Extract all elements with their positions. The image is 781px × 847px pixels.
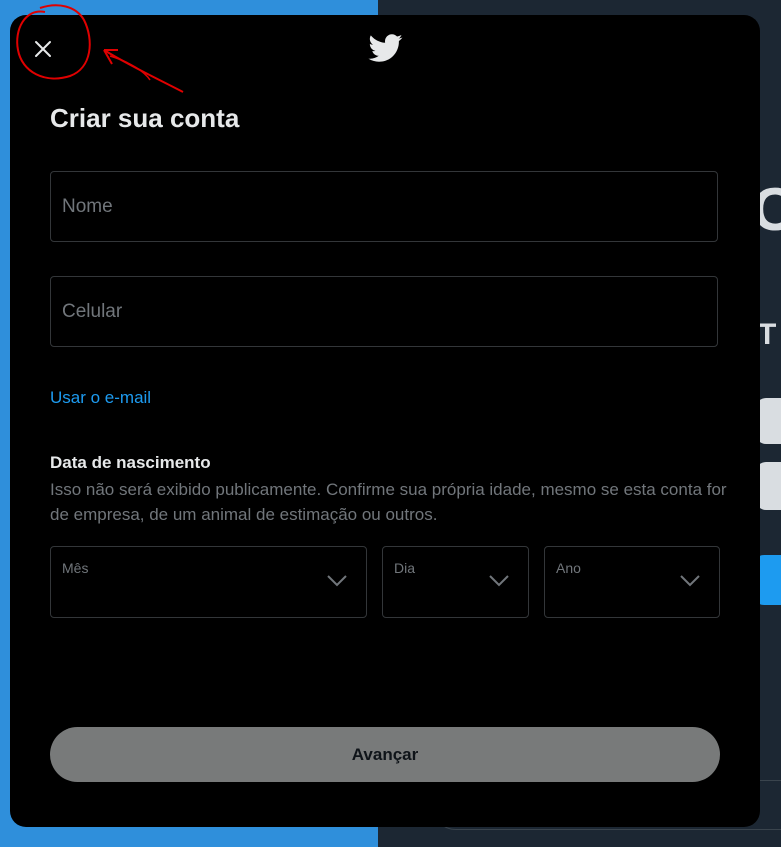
name-input[interactable] bbox=[51, 172, 717, 241]
chevron-down-icon bbox=[327, 575, 347, 587]
birthdate-description: Isso não será exibido publicamente. Conf… bbox=[50, 480, 727, 524]
signup-modal: Criar sua conta Usar o e-mail Data de na… bbox=[10, 15, 760, 827]
month-label: Mês bbox=[62, 560, 89, 576]
phone-field[interactable] bbox=[50, 276, 718, 347]
year-label: Ano bbox=[556, 560, 581, 576]
background-text-fragment: T bbox=[758, 318, 777, 351]
next-button[interactable]: Avançar bbox=[50, 727, 720, 782]
twitter-bird-icon bbox=[368, 34, 403, 62]
use-email-link[interactable]: Usar o e-mail bbox=[50, 388, 151, 408]
chevron-down-icon bbox=[489, 575, 509, 587]
close-button[interactable] bbox=[28, 34, 58, 64]
day-label: Dia bbox=[394, 560, 416, 576]
close-icon bbox=[35, 41, 51, 57]
birthdate-heading: Data de nascimento bbox=[50, 453, 211, 472]
year-select[interactable]: Ano bbox=[544, 546, 720, 618]
phone-input[interactable] bbox=[51, 277, 717, 346]
name-field[interactable] bbox=[50, 171, 718, 242]
page-title: Criar sua conta bbox=[50, 103, 240, 133]
month-select[interactable]: Mês bbox=[50, 546, 367, 618]
chevron-down-icon bbox=[680, 575, 700, 587]
day-select[interactable]: Dia bbox=[382, 546, 529, 618]
